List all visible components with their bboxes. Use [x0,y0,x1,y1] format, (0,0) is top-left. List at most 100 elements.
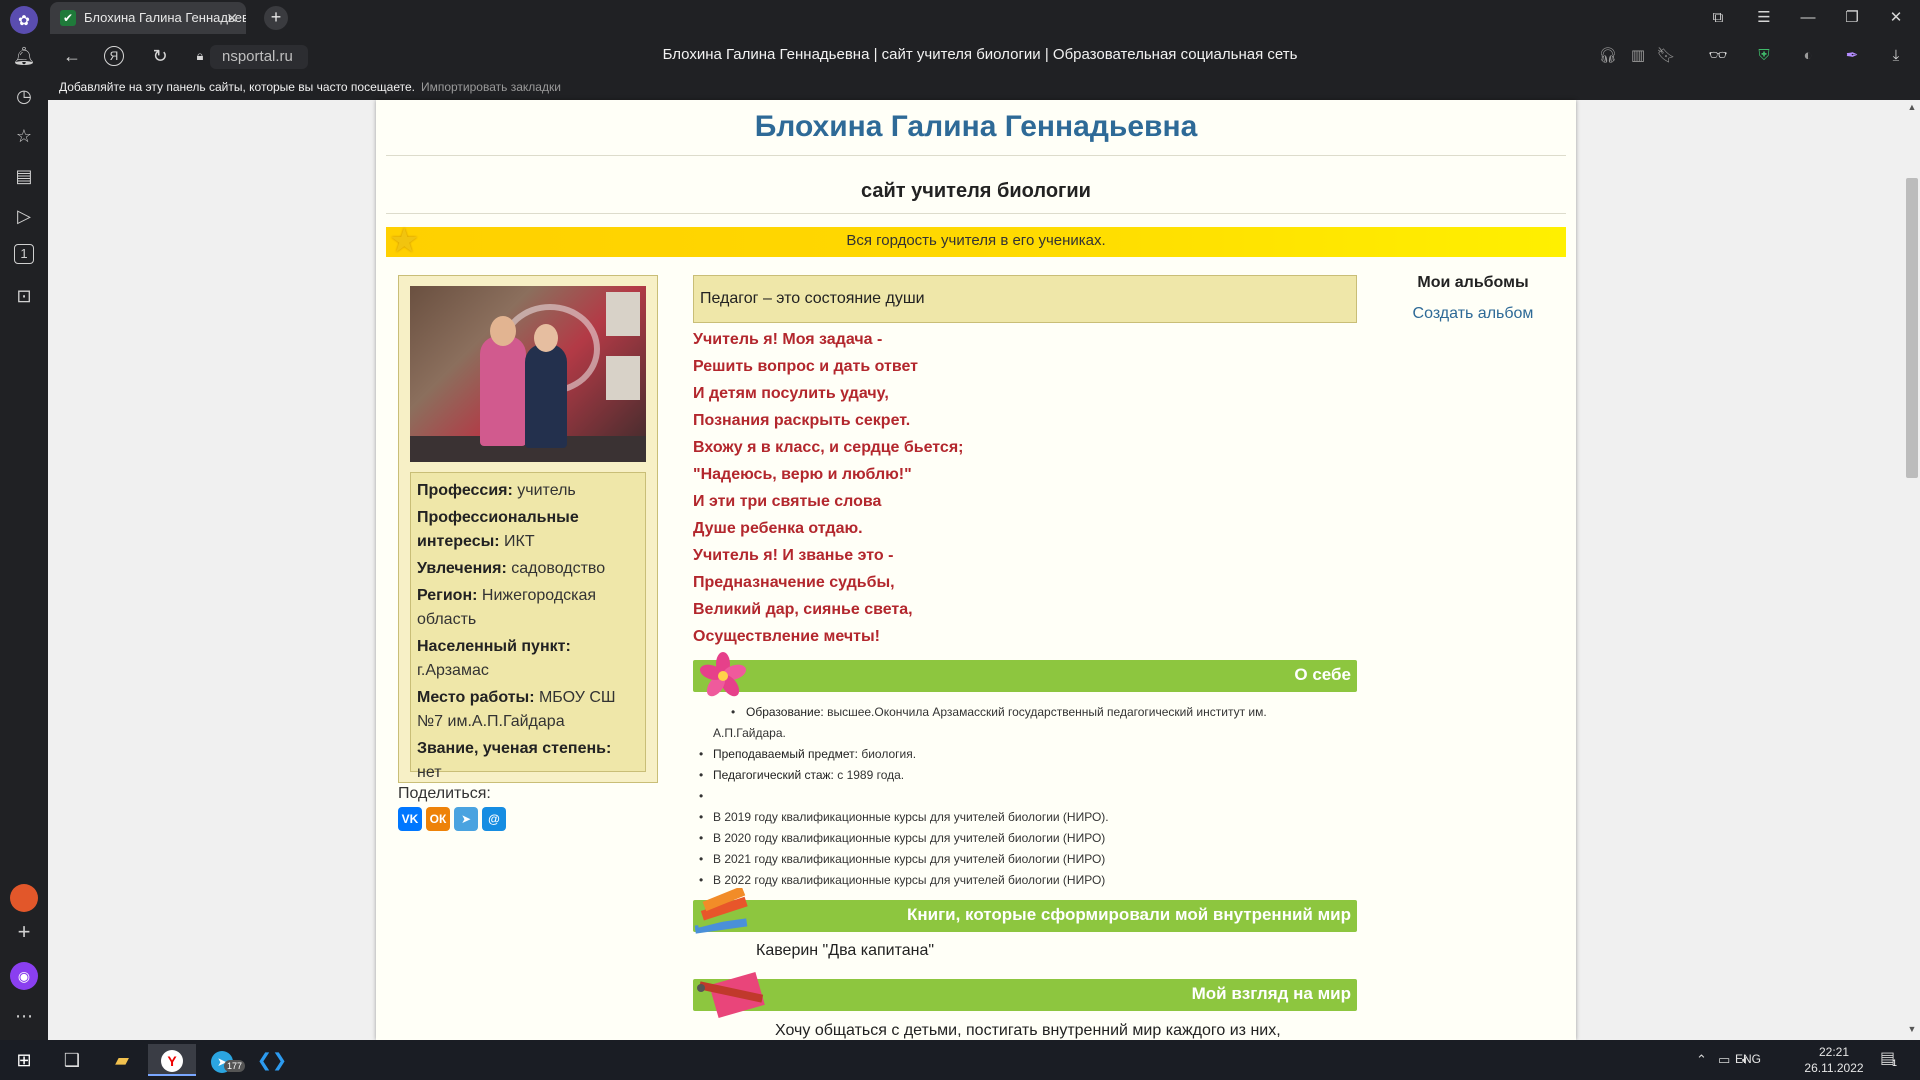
more-icon[interactable]: ⋯ [12,1004,36,1028]
screenshot-icon[interactable]: ⊡ [12,284,36,308]
poem-line: Предназначение судьбы, [693,574,895,591]
poem-line: Решить вопрос и дать ответ [693,358,919,375]
clock-date: 26.11.2022 [1804,1061,1864,1075]
poem-line: Осуществление мечты! [693,628,880,645]
browser-sidebar: ✿ 🔔︎ ◷ ☆ ▤ ▷ 1 ⊡ + ◉ ⋯ [0,0,48,1040]
browser-tab-active[interactable]: ✔ Блохина Галина Геннадьевна ✕ [50,2,246,34]
create-album-link[interactable]: Создать альбом [1380,305,1566,323]
yandex-home-icon[interactable]: Я [104,46,124,66]
address-bar-page-title[interactable]: Блохина Галина Геннадьевна | сайт учител… [480,46,1480,63]
feather-extension-icon[interactable]: ✒ [1840,44,1864,68]
list-item: Педагогический стаж: с 1989 года. [693,765,1357,786]
scrollbar-thumb[interactable] [1906,178,1918,478]
flower-icon [699,652,747,697]
telegram-taskbar-icon[interactable]: ➤ 177 [198,1044,246,1076]
video-play-icon[interactable]: ▷ [12,204,36,228]
side-counter-icon[interactable]: 1 [14,244,34,264]
yandex-browser-taskbar-icon[interactable]: Y [148,1044,196,1076]
close-window-icon[interactable]: ✕ [1884,6,1908,30]
file-explorer-icon[interactable]: ▰ [98,1044,146,1076]
poem-line: Великий дар, сиянье света, [693,601,913,618]
field-label: Профессиональные интересы: [417,509,579,550]
network-icon[interactable]: ▭ [1718,1052,1730,1068]
headphones-icon[interactable]: 🎧︎ [1596,44,1620,68]
share-mailru-button[interactable]: @ [482,807,506,831]
education-label: Образование: [746,705,824,719]
telegram-badge: 177 [224,1060,246,1072]
windows-start-icon[interactable]: ⊞ [0,1044,48,1076]
bookmarks-bar: Добавляйте на эту панель сайты, которые … [59,80,1919,98]
reader-mode-icon[interactable]: ▥ [1626,44,1650,68]
course-item: В 2020 году квалификационные курсы для у… [693,828,1357,849]
address-bar[interactable]: nsportal.ru [210,45,308,69]
history-icon[interactable]: ◷ [12,84,36,108]
profile-field: Профессиональные интересы: ИКТ [417,506,639,554]
bookmark-icon[interactable]: 🔖︎ [1654,44,1678,68]
back-icon[interactable]: ← [60,44,84,68]
downloads-icon[interactable]: ⤓ [1884,44,1908,68]
list-item-empty [693,786,1357,807]
notifications-icon[interactable]: 🔔︎ [12,44,36,68]
subject-value: биология. [861,747,917,761]
zen-app-icon[interactable] [10,884,38,912]
scroll-up-icon[interactable]: ▲ [1905,102,1919,112]
worldview-text: Хочу общаться с детьми, постигать внутре… [775,1022,1281,1039]
tab-title: Блохина Галина Геннадьевна [84,10,246,25]
vscode-taskbar-icon[interactable]: ❮❯ [248,1044,296,1076]
import-bookmarks-link[interactable]: Импортировать закладки [421,80,561,94]
subject-label: Преподаваемый предмет: [713,747,858,761]
share-vk-button[interactable]: VK [398,807,422,831]
protect-shield-icon[interactable]: ⛨ [1752,44,1776,68]
task-view-icon[interactable]: ❑ [48,1044,96,1076]
field-label: Увлечения: [417,560,507,577]
pen-notebook-icon [697,972,765,1018]
new-tab-button[interactable]: + [264,6,288,30]
tabs-menu-icon[interactable]: ⧉ [1706,6,1730,30]
hamburger-menu-icon[interactable]: ☰ [1752,6,1776,30]
share-telegram-button[interactable]: ➤ [454,807,478,831]
albums-title: Мои альбомы [1417,274,1529,291]
divider [386,213,1566,214]
incognito-glasses-icon[interactable]: 👓︎ [1706,44,1730,68]
field-value: садоводство [511,560,606,577]
experience-value: с 1989 года. [837,768,905,782]
banner-quote: Вся гордость учителя в его учениках. [846,232,1106,249]
profile-field: Место работы: МБОУ СШ №7 им.А.П.Гайдара [417,686,639,734]
field-value: учитель [517,482,576,499]
extension-icon[interactable]: ◐ [1796,44,1820,68]
scroll-down-icon[interactable]: ▼ [1905,1024,1919,1034]
poem-line: Душе ребенка отдаю. [693,520,863,537]
collections-icon[interactable]: ▤ [12,164,36,188]
site-favicon-icon: ✔ [60,10,76,26]
alice-assistant-icon[interactable]: ◉ [10,962,38,990]
field-label: Населенный пункт: [417,638,571,655]
minimize-icon[interactable]: — [1796,6,1820,30]
worldview-section-title: Мой взгляд на мир [1191,984,1351,1003]
profile-photo[interactable] [410,286,646,462]
field-value: г.Арзамас [417,662,489,679]
share-ok-button[interactable]: ОК [426,807,450,831]
about-list: Образование: высшее.Окончила Арзамасский… [693,702,1357,891]
field-label: Профессия: [417,482,513,499]
books-icon [694,888,748,934]
tray-chevron-icon[interactable]: ⌃ [1696,1052,1707,1068]
restore-icon[interactable]: ❐ [1840,6,1864,30]
clock[interactable]: 22:21 26.11.2022 [1804,1044,1864,1076]
profile-avatar-icon[interactable]: ✿ [10,6,38,34]
site-subtitle: сайт учителя биологии [861,180,1091,202]
field-label: Место работы: [417,689,535,706]
field-label: Регион: [417,587,478,604]
share-label: Поделиться: [398,785,491,802]
language-indicator[interactable]: ENG [1735,1052,1761,1066]
divider [386,155,1566,156]
tab-close-icon[interactable]: ✕ [226,2,238,34]
add-panel-icon[interactable]: + [12,920,36,944]
lock-icon[interactable]: 🔒︎ [188,44,212,68]
poem-line: "Надеюсь, верю и люблю!" [693,466,912,483]
reload-icon[interactable]: ↻ [148,44,172,68]
favorites-star-icon[interactable]: ☆ [12,124,36,148]
profile-info: Профессия: учитель Профессиональные инте… [410,472,646,781]
profile-field: Профессия: учитель [417,479,639,503]
education-continued: А.П.Гайдара. [713,726,786,740]
site-title[interactable]: Блохина Галина Геннадьевна [376,110,1576,144]
